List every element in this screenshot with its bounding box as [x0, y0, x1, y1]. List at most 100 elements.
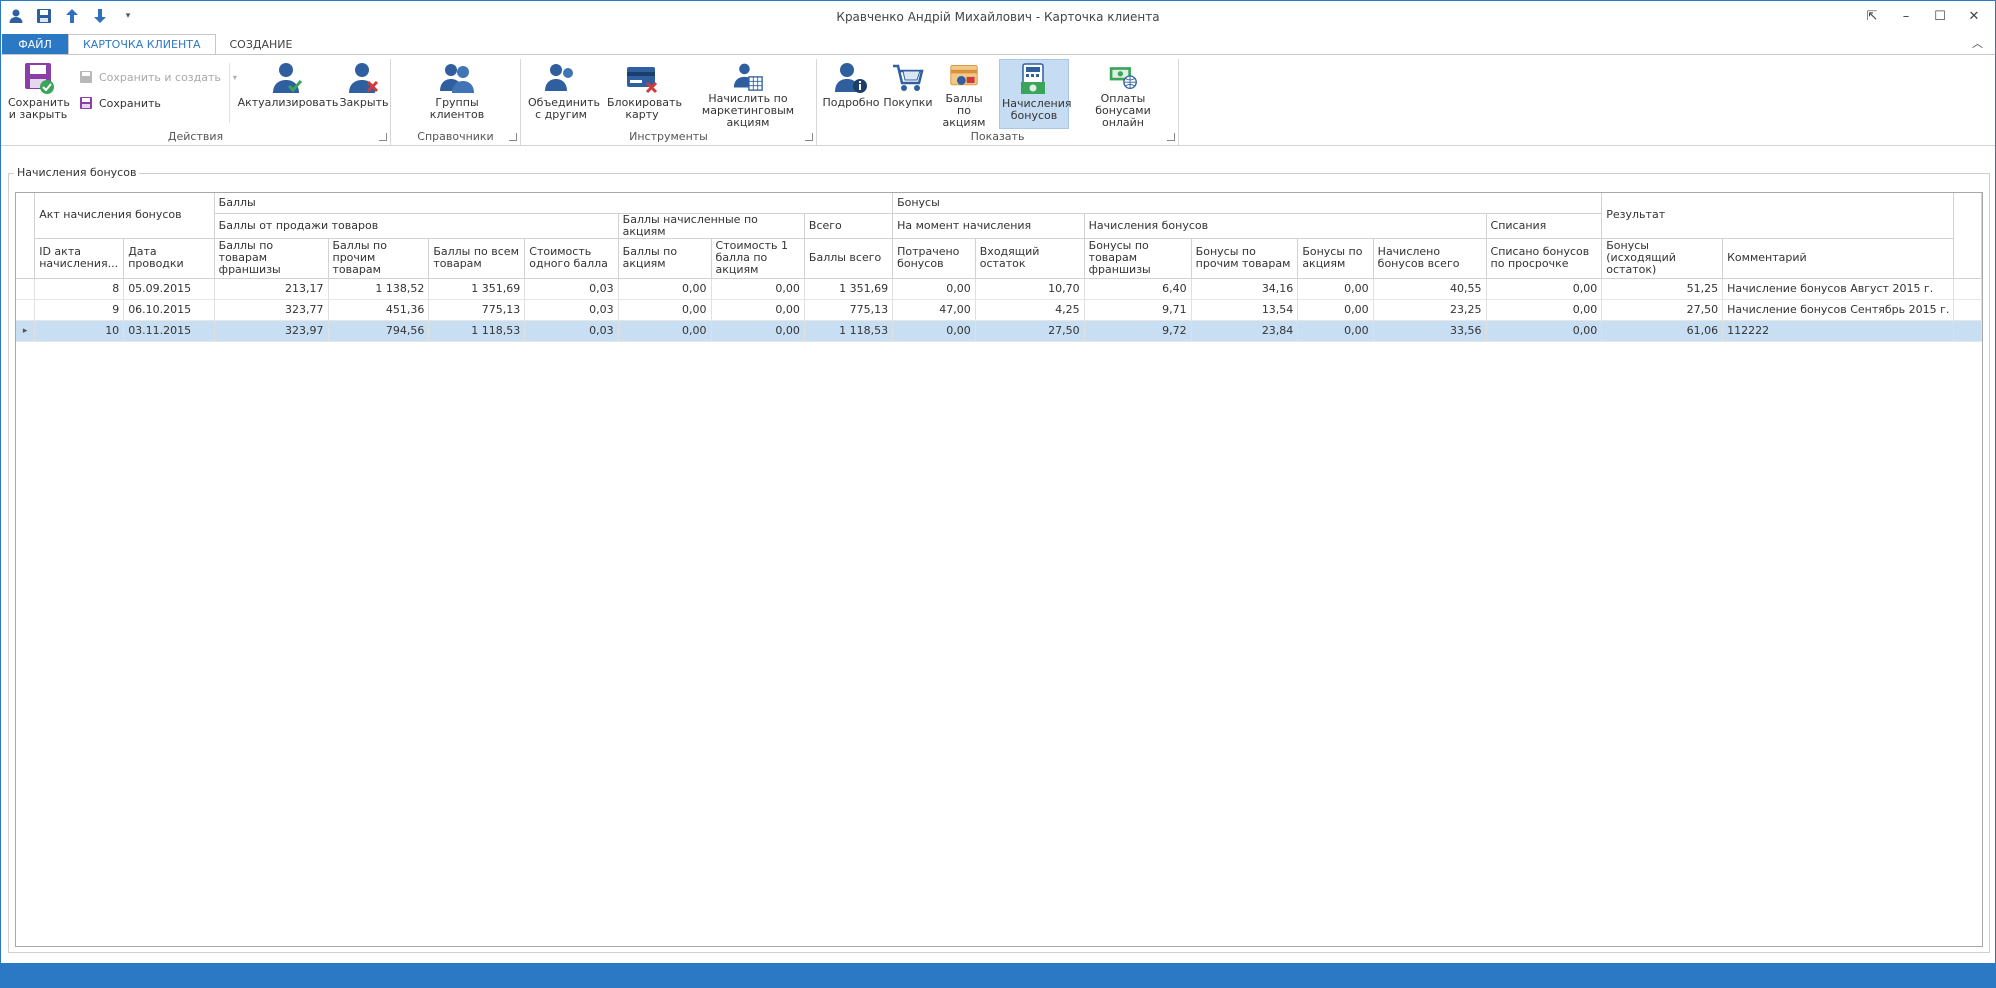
table-cell[interactable]: 0,00	[618, 320, 712, 342]
table-cell[interactable]: 8	[34, 278, 125, 300]
row-indicator[interactable]	[16, 299, 36, 321]
table-cell[interactable]: Начисление бонусов Сентябрь 2015 г.	[1722, 299, 1955, 321]
table-cell[interactable]: 0,00	[711, 320, 805, 342]
table-cell[interactable]: 0,03	[524, 320, 619, 342]
table-cell[interactable]: 13,54	[1191, 299, 1299, 321]
merge-button[interactable]: Объединить с другим	[527, 59, 600, 129]
maximize-button[interactable]: ☐	[1925, 5, 1955, 27]
save-create-button[interactable]: Сохранить и создать ▾	[79, 67, 237, 87]
table-cell[interactable]: 9	[34, 299, 125, 321]
table-cell[interactable]: 0,00	[1297, 278, 1374, 300]
details-button[interactable]: Подробно	[822, 59, 880, 129]
table-row[interactable]: ▸ 10 03.11.2015 323,97 794,56 1 118,53 0,03 0,0…	[16, 320, 1982, 342]
close-button[interactable]: Закрыть	[339, 59, 389, 129]
online-payments-button[interactable]: Оплаты бонусами онлайн	[1073, 59, 1173, 129]
table-cell[interactable]: 0,00	[1297, 299, 1374, 321]
table-cell[interactable]: 451,36	[328, 299, 430, 321]
table-cell[interactable]: 40,55	[1373, 278, 1487, 300]
table-cell[interactable]: 0,00	[1297, 320, 1374, 342]
table-cell[interactable]: 0,00	[618, 278, 712, 300]
promo-points-button[interactable]: Баллы по акциям	[937, 59, 991, 129]
col-all-points[interactable]: Баллы по всем товарам	[428, 238, 526, 279]
col-franchise-bonuses[interactable]: Бонусы по товарам франшизы	[1084, 238, 1192, 279]
dialog-launcher-icon[interactable]	[509, 133, 517, 141]
table-cell[interactable]: 0,00	[1486, 299, 1603, 321]
table-cell[interactable]: 0,00	[1486, 320, 1603, 342]
table-row[interactable]: 9 06.10.2015 323,77 451,36 775,13 0,03 0,00 0,0…	[16, 299, 1982, 321]
col-comment[interactable]: Комментарий	[1722, 238, 1955, 279]
table-row[interactable]: 8 05.09.2015 213,17 1 138,52 1 351,69 0,03 0,0…	[16, 278, 1982, 300]
table-cell[interactable]: 775,13	[804, 299, 894, 321]
table-cell[interactable]: 0,03	[524, 299, 619, 321]
bonus-accruals-button[interactable]: Начисления бонусов	[999, 59, 1071, 129]
dialog-launcher-icon[interactable]	[805, 133, 813, 141]
refresh-button[interactable]: Актуализировать	[238, 59, 338, 129]
table-cell[interactable]: 9,72	[1084, 320, 1192, 342]
table-cell[interactable]: 23,84	[1191, 320, 1299, 342]
table-cell[interactable]: 10	[34, 320, 125, 342]
col-other-points[interactable]: Баллы по прочим товарам	[328, 238, 430, 279]
tab-client-card[interactable]: КАРТОЧКА КЛИЕНТА	[68, 34, 216, 54]
col-point-cost[interactable]: Стоимость одного балла	[524, 238, 619, 279]
dialog-launcher-icon[interactable]	[379, 133, 387, 141]
table-cell[interactable]: 0,00	[892, 278, 976, 300]
table-cell[interactable]: 0,00	[618, 299, 712, 321]
tab-file[interactable]: ФАЙЛ	[2, 34, 68, 54]
client-groups-button[interactable]: Группы клиентов	[425, 59, 489, 129]
table-cell[interactable]: 0,03	[524, 278, 619, 300]
table-cell[interactable]: 0,00	[1486, 278, 1603, 300]
table-cell[interactable]: 1 118,53	[804, 320, 894, 342]
table-cell[interactable]: 27,50	[1601, 299, 1724, 321]
table-cell[interactable]: 213,17	[214, 278, 329, 300]
col-other-bonuses[interactable]: Бонусы по прочим товарам	[1191, 238, 1299, 279]
table-cell[interactable]: 323,77	[214, 299, 329, 321]
table-cell[interactable]: 0,00	[711, 278, 805, 300]
col-opening-balance[interactable]: Входящий остаток	[975, 238, 1085, 279]
table-cell[interactable]: 05.09.2015	[123, 278, 215, 300]
table-cell[interactable]: 1 118,53	[428, 320, 526, 342]
table-cell[interactable]: 794,56	[328, 320, 430, 342]
col-promo-point-cost[interactable]: Стоимость 1 балла по акциям	[711, 238, 805, 279]
save-button[interactable]: Сохранить	[79, 93, 161, 113]
block-card-button[interactable]: Блокировать карту	[605, 59, 682, 129]
purchases-button[interactable]: Покупки	[883, 59, 933, 129]
col-promo-bonuses[interactable]: Бонусы по акциям	[1297, 238, 1374, 279]
bonus-accruals-grid[interactable]: Акт начисления бонусов Баллы Бонусы Резу…	[15, 192, 1983, 947]
col-accrued-total[interactable]: Начислено бонусов всего	[1373, 238, 1487, 279]
col-franchise-points[interactable]: Баллы по товарам франшизы	[214, 238, 329, 279]
col-spent-bonuses[interactable]: Потрачено бонусов	[892, 238, 976, 279]
col-act-id[interactable]: ID акта начисления...	[34, 238, 125, 279]
table-cell[interactable]: 23,25	[1373, 299, 1487, 321]
table-cell[interactable]: 61,06	[1601, 320, 1724, 342]
table-cell[interactable]: 47,00	[892, 299, 976, 321]
table-cell[interactable]: 10,70	[975, 278, 1085, 300]
table-cell[interactable]: 0,00	[892, 320, 976, 342]
table-cell[interactable]: 0,00	[711, 299, 805, 321]
col-points-total[interactable]: Баллы всего	[804, 238, 894, 279]
table-cell[interactable]: 6,40	[1084, 278, 1192, 300]
col-posting-date[interactable]: Дата проводки	[123, 238, 215, 279]
table-cell[interactable]: 323,97	[214, 320, 329, 342]
accrue-marketing-button[interactable]: Начислить по маркетинговым акциям	[685, 59, 811, 129]
table-cell[interactable]: 27,50	[975, 320, 1085, 342]
table-cell[interactable]: 4,25	[975, 299, 1085, 321]
table-cell[interactable]: 775,13	[428, 299, 526, 321]
table-cell[interactable]: Начисление бонусов Август 2015 г.	[1722, 278, 1955, 300]
table-cell[interactable]: 34,16	[1191, 278, 1299, 300]
table-cell[interactable]: 03.11.2015	[123, 320, 215, 342]
tab-create[interactable]: СОЗДАНИЕ	[216, 34, 307, 54]
col-closing-balance[interactable]: Бонусы (исходящий остаток)	[1601, 238, 1724, 279]
table-cell[interactable]: 51,25	[1601, 278, 1724, 300]
table-cell[interactable]: 1 138,52	[328, 278, 430, 300]
table-cell[interactable]: 112222	[1722, 320, 1955, 342]
save-close-button[interactable]: Сохранить и закрыть	[5, 59, 71, 129]
restore-ribbon-button[interactable]: ⇱	[1857, 5, 1887, 27]
table-cell[interactable]: 33,56	[1373, 320, 1487, 342]
row-indicator[interactable]	[16, 278, 36, 300]
table-cell[interactable]: 1 351,69	[804, 278, 894, 300]
dialog-launcher-icon[interactable]	[1167, 133, 1175, 141]
table-cell[interactable]: 06.10.2015	[123, 299, 215, 321]
table-cell[interactable]: 1 351,69	[428, 278, 526, 300]
minimize-button[interactable]: –	[1891, 5, 1921, 27]
col-expired-writeoff[interactable]: Списано бонусов по просрочке	[1486, 238, 1603, 279]
